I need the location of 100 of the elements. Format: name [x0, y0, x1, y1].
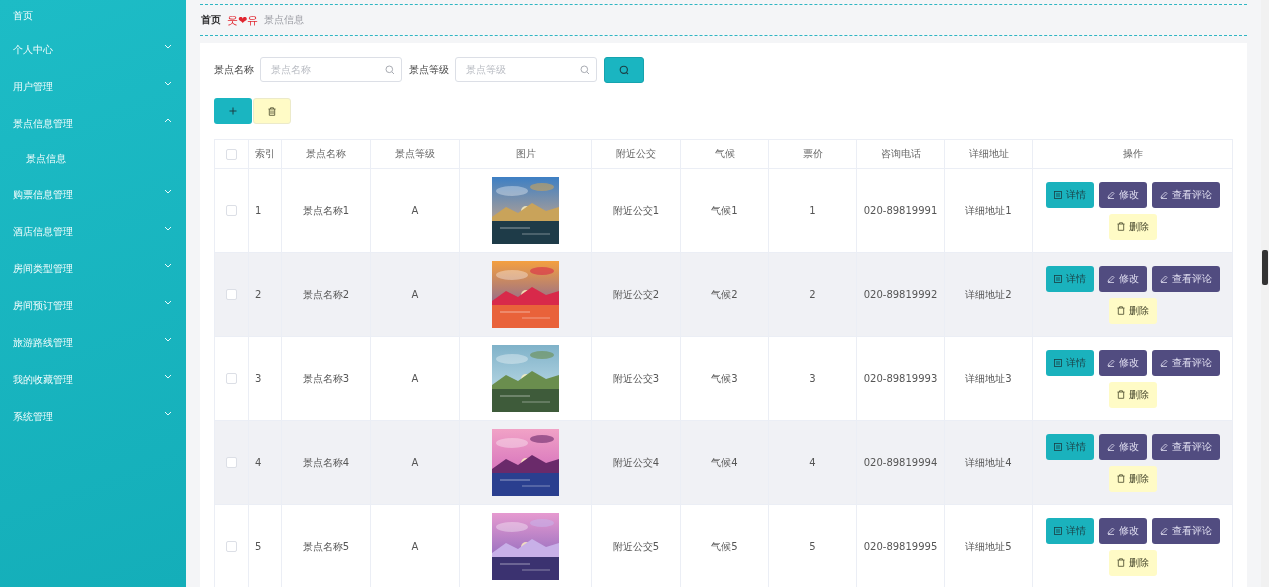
document-icon — [1053, 274, 1062, 283]
table-cell: 详细地址5 — [965, 540, 1012, 552]
table-cell: A — [411, 289, 419, 300]
pencil-icon — [1159, 274, 1168, 283]
comments-button[interactable]: 查看评论 — [1151, 349, 1220, 376]
sidebar-item[interactable]: 酒店信息管理 — [0, 213, 186, 250]
breadcrumb-home[interactable]: 首页 — [201, 13, 221, 27]
table-cell: A — [411, 457, 419, 468]
sidebar-item[interactable]: 首页 — [0, 0, 186, 31]
comments-button[interactable]: 查看评论 — [1151, 265, 1220, 292]
search-label: 景点等级 — [409, 62, 449, 77]
document-icon — [1053, 526, 1062, 535]
edit-button[interactable]: 修改 — [1098, 181, 1147, 208]
chevron-icon — [164, 118, 172, 123]
pencil-icon — [1106, 358, 1115, 367]
chevron-icon — [164, 411, 172, 416]
table-cell: A — [411, 205, 419, 216]
table-cell: 4 — [809, 457, 816, 468]
column-header: 详细地址 — [968, 148, 1009, 159]
table-cell: 020-89819995 — [863, 541, 938, 552]
delete-button[interactable]: 删除 — [1108, 213, 1157, 240]
table-cell: 详细地址3 — [965, 372, 1012, 384]
chevron-icon — [164, 374, 172, 379]
column-header: 附近公交 — [616, 148, 656, 159]
pencil-icon — [1159, 442, 1168, 451]
table-cell: 详细地址4 — [965, 456, 1012, 468]
comments-button[interactable]: 查看评论 — [1151, 433, 1220, 460]
sidebar-item[interactable]: 旅游路线管理 — [0, 324, 186, 361]
column-header: 景点名称 — [306, 148, 346, 159]
search-icon — [619, 64, 629, 75]
trash-icon — [268, 106, 276, 116]
column-header: 票价 — [802, 148, 823, 159]
row-checkbox[interactable] — [226, 541, 237, 553]
column-header: 气候 — [714, 148, 735, 159]
pencil-icon — [1106, 190, 1115, 199]
table-cell: 附近公交1 — [612, 204, 660, 216]
sidebar-item[interactable]: 用户管理 — [0, 68, 186, 105]
chevron-icon — [164, 337, 172, 342]
delete-button[interactable]: 删除 — [1108, 465, 1157, 492]
comments-button[interactable]: 查看评论 — [1151, 517, 1220, 544]
trash-icon — [1116, 390, 1125, 399]
detail-button[interactable]: 详情 — [1045, 181, 1094, 208]
sidebar-item[interactable]: 房间预订管理 — [0, 287, 186, 324]
sidebar-item[interactable]: 房间类型管理 — [0, 250, 186, 287]
detail-button[interactable]: 详情 — [1045, 349, 1094, 376]
edit-button[interactable]: 修改 — [1098, 349, 1147, 376]
sidebar-subitem[interactable]: 景点信息 — [0, 142, 186, 176]
trash-icon — [1116, 558, 1125, 567]
plus-icon — [229, 107, 237, 115]
document-icon — [1053, 442, 1062, 451]
delete-button[interactable] — [253, 98, 291, 124]
search-field[interactable]: 景点名称 — [260, 57, 402, 82]
comments-button[interactable]: 查看评论 — [1151, 181, 1220, 208]
row-checkbox[interactable] — [226, 289, 237, 301]
column-header: 索引 — [255, 148, 275, 159]
document-icon — [1053, 358, 1062, 367]
table-cell: 3 — [809, 373, 816, 384]
select-all-checkbox[interactable] — [226, 148, 237, 160]
sidebar-item[interactable]: 购票信息管理 — [0, 176, 186, 213]
search-field[interactable]: 景点等级 — [455, 57, 597, 82]
table-cell: A — [411, 373, 419, 384]
sidebar-item[interactable]: 我的收藏管理 — [0, 361, 186, 398]
row-checkbox[interactable] — [226, 373, 237, 385]
table-cell: 附近公交3 — [612, 372, 660, 384]
detail-button[interactable]: 详情 — [1045, 517, 1094, 544]
breadcrumb-separator: 웃❤유 — [227, 12, 259, 28]
detail-button[interactable]: 详情 — [1045, 265, 1094, 292]
edit-button[interactable]: 修改 — [1098, 517, 1147, 544]
delete-button[interactable]: 删除 — [1108, 381, 1157, 408]
table-cell: 气候4 — [711, 456, 738, 468]
sidebar-item[interactable]: 景点信息管理 — [0, 105, 186, 142]
table-cell: 详细地址1 — [965, 204, 1012, 216]
edit-button[interactable]: 修改 — [1098, 433, 1147, 460]
add-button[interactable] — [214, 98, 252, 124]
row-checkbox[interactable] — [226, 457, 237, 469]
search-label: 景点名称 — [214, 62, 254, 77]
table-cell: 3 — [255, 373, 262, 384]
table-cell: 景点名称4 — [302, 456, 350, 468]
pencil-icon — [1159, 526, 1168, 535]
table-cell: 020-89819991 — [863, 205, 938, 216]
table-cell: 020-89819993 — [863, 373, 938, 384]
table-cell: 1 — [809, 205, 816, 216]
scrollbar[interactable] — [1261, 0, 1269, 587]
pencil-icon — [1106, 526, 1115, 535]
trash-icon — [1116, 474, 1125, 483]
edit-button[interactable]: 修改 — [1098, 265, 1147, 292]
row-checkbox[interactable] — [226, 205, 237, 217]
table-cell: 气候1 — [711, 204, 738, 216]
pencil-icon — [1106, 442, 1115, 451]
search-icon — [580, 65, 590, 75]
delete-button[interactable]: 删除 — [1108, 297, 1157, 324]
chevron-icon — [164, 81, 172, 86]
delete-button[interactable]: 删除 — [1108, 549, 1157, 576]
sidebar-item[interactable]: 个人中心 — [0, 31, 186, 68]
detail-button[interactable]: 详情 — [1045, 433, 1094, 460]
chevron-icon — [164, 300, 172, 305]
sidebar-item[interactable]: 系统管理 — [0, 398, 186, 435]
breadcrumb-current: 景点信息 — [264, 13, 305, 27]
table-cell: 2 — [255, 289, 262, 300]
search-button[interactable] — [604, 56, 644, 83]
